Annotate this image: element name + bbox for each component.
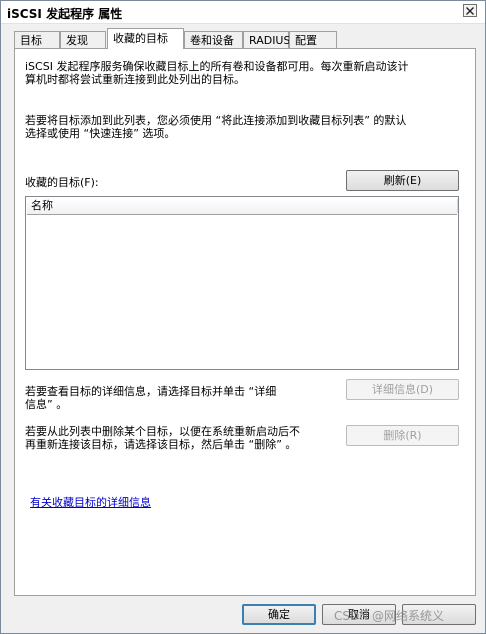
column-header-name[interactable]: 名称 [31, 199, 458, 213]
close-icon [466, 7, 474, 15]
tab-radius[interactable]: RADIUS [243, 31, 290, 48]
favorite-targets-list[interactable]: 名称 [25, 196, 459, 370]
details-button[interactable]: 详细信息(D) [346, 379, 459, 400]
intro-text-line1: iSCSI 发起程序服务确保收藏目标上的所有卷和设备都可用。每次重新启动该计 [25, 60, 409, 73]
tab-favorite-targets[interactable]: 收藏的目标 [107, 28, 184, 49]
refresh-button[interactable]: 刷新(E) [346, 170, 459, 191]
remove-text-line1: 若要从此列表中删除某个目标，以便在系统重新启动后不 [25, 425, 300, 438]
tab-discovery[interactable]: 发现 [60, 31, 106, 48]
tab-targets[interactable]: 目标 [14, 31, 60, 48]
close-button[interactable] [463, 4, 477, 17]
add-instructions-line2: 选择或使用 “快速连接” 选项。 [25, 127, 176, 140]
list-header: 名称 [27, 198, 458, 215]
watermark-text: CSDN @网络系统义 [334, 609, 445, 623]
details-text-line1: 若要查看目标的详细信息，请选择目标并单击 “详细 [25, 385, 277, 398]
remove-text-line2: 再重新连接该目标，请选择该目标，然后单击 “删除” 。 [25, 438, 297, 451]
title-bar[interactable]: iSCSI 发起程序 属性 [1, 1, 485, 24]
properties-dialog: iSCSI 发起程序 属性 目标 发现 收藏的目标 卷和设备 RADIUS 配置… [0, 0, 486, 634]
favorites-label: 收藏的目标(F): [25, 176, 99, 189]
add-instructions-line1: 若要将目标添加到此列表，您必须使用 “将此连接添加到收藏目标列表” 的默认 [25, 114, 407, 127]
tab-configuration[interactable]: 配置 [289, 31, 337, 48]
tab-strip: 目标 发现 收藏的目标 卷和设备 RADIUS 配置 [1, 28, 485, 50]
tab-volumes-devices[interactable]: 卷和设备 [184, 31, 243, 48]
more-info-link[interactable]: 有关收藏目标的详细信息 [30, 494, 151, 510]
details-text-line2: 信息” 。 [25, 398, 68, 411]
intro-text-line2: 算机时都将尝试重新连接到此处列出的目标。 [25, 73, 245, 86]
ok-button[interactable]: 确定 [242, 604, 316, 625]
window-title: iSCSI 发起程序 属性 [7, 7, 123, 21]
remove-button[interactable]: 删除(R) [346, 425, 459, 446]
